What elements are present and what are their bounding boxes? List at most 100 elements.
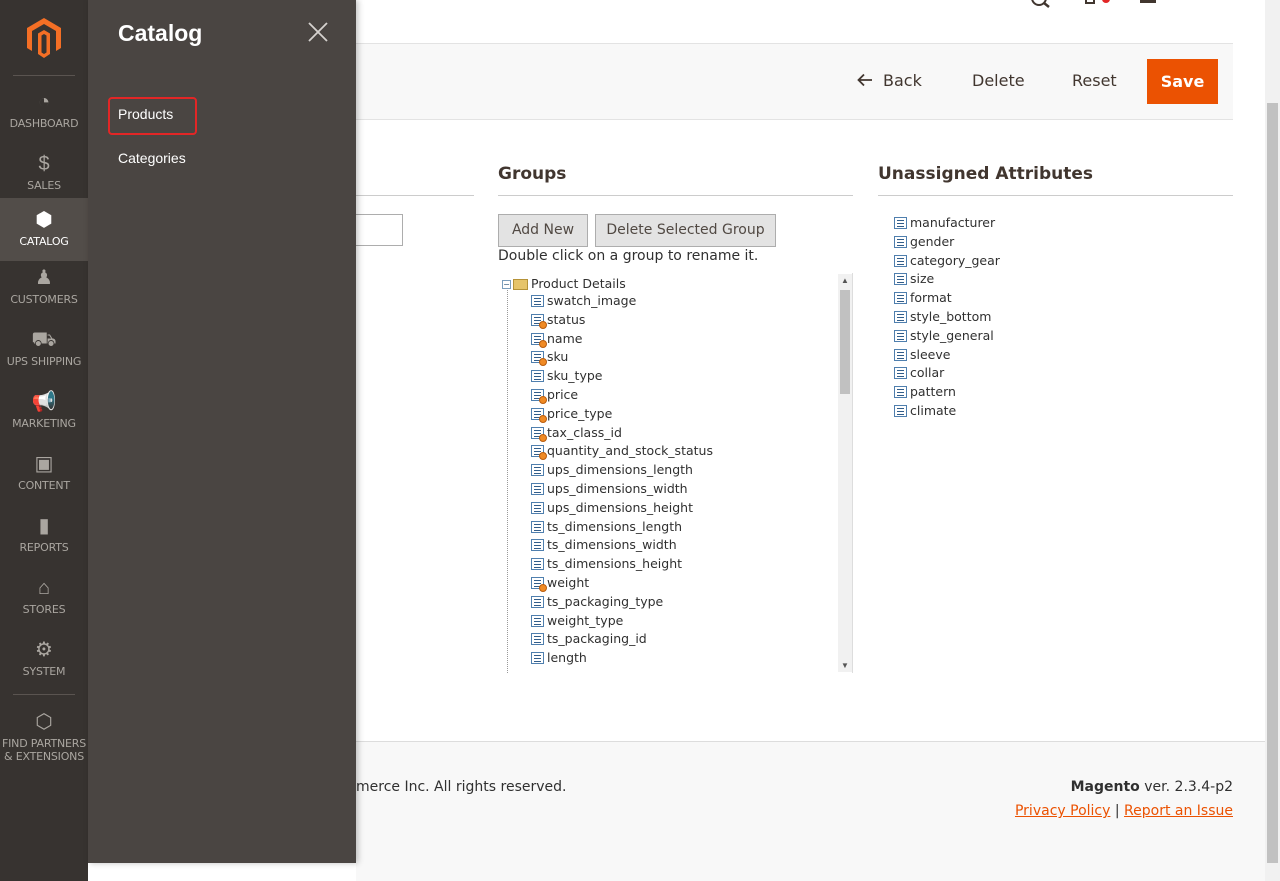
attribute-icon bbox=[531, 464, 544, 477]
sidebar-item-label: FIND PARTNERS & EXTENSIONS bbox=[2, 737, 86, 763]
tree-attribute[interactable]: ups_dimensions_height bbox=[531, 498, 693, 517]
unassigned-attribute-label: format bbox=[910, 290, 952, 306]
unassigned-attribute[interactable]: style_general bbox=[894, 326, 994, 345]
unassigned-attribute[interactable]: gender bbox=[894, 232, 954, 251]
sidebar-item-customers[interactable]: ♟ CUSTOMERS bbox=[0, 262, 88, 324]
link-separator: | bbox=[1110, 803, 1125, 819]
tree-attribute[interactable]: price_type bbox=[531, 404, 612, 423]
blocks-icon: ⬡ bbox=[35, 711, 53, 733]
tree-attribute[interactable]: weight_type bbox=[531, 611, 623, 630]
report-issue-link[interactable]: Report an Issue bbox=[1124, 803, 1233, 819]
sidebar-item-dashboard[interactable]: ◔ DASHBOARD bbox=[0, 86, 88, 148]
attribute-icon bbox=[531, 614, 544, 627]
sidebar-item-label: STORES bbox=[22, 603, 66, 616]
unassigned-attribute[interactable]: sleeve bbox=[894, 345, 950, 364]
attribute-icon bbox=[531, 539, 544, 552]
tree-attribute[interactable]: ups_dimensions_width bbox=[531, 479, 688, 498]
sidebar-item-find-partners-extensions[interactable]: ⬡ FIND PARTNERS & EXTENSIONS bbox=[0, 706, 88, 768]
sidebar-item-ups-shipping[interactable]: ⛟ UPS SHIPPING bbox=[0, 324, 88, 386]
sidebar-item-label: CUSTOMERS bbox=[10, 293, 78, 306]
flyout-link-categories[interactable]: Categories bbox=[118, 150, 186, 166]
unassigned-attribute-label: style_general bbox=[910, 327, 994, 343]
section-divider bbox=[498, 195, 853, 196]
tree-attribute[interactable]: weight bbox=[531, 573, 589, 592]
tree-attribute-label: sku_type bbox=[547, 368, 603, 384]
tree-attribute[interactable]: name bbox=[531, 329, 582, 348]
attribute-set-name-input[interactable] bbox=[356, 214, 403, 246]
sidebar-item-reports[interactable]: ▮ REPORTS bbox=[0, 510, 88, 572]
unassigned-attribute[interactable]: format bbox=[894, 288, 952, 307]
scroll-down-icon[interactable]: ▼ bbox=[841, 661, 849, 670]
tree-attribute[interactable]: ts_dimensions_width bbox=[531, 535, 677, 554]
attribute-icon bbox=[894, 386, 907, 399]
tree-attribute[interactable]: quantity_and_stock_status bbox=[531, 441, 713, 461]
tree-attribute[interactable]: status bbox=[531, 310, 585, 329]
flyout-link-products[interactable]: Products bbox=[118, 106, 173, 122]
unassigned-attribute-label: sleeve bbox=[910, 346, 951, 362]
unassigned-attribute[interactable]: manufacturer bbox=[894, 213, 995, 232]
sidebar-item-system[interactable]: ⚙ SYSTEM bbox=[0, 634, 88, 696]
attribute-icon bbox=[894, 348, 907, 361]
rename-hint: Double click on a group to rename it. bbox=[498, 248, 759, 264]
tree-attribute[interactable]: ts_dimensions_length bbox=[531, 517, 682, 536]
reset-button[interactable]: Reset bbox=[1072, 62, 1117, 100]
collapse-icon[interactable]: − bbox=[502, 280, 511, 289]
scrollbar-thumb[interactable] bbox=[840, 290, 850, 394]
close-icon[interactable] bbox=[306, 20, 330, 44]
tree-attribute-label: name bbox=[547, 330, 583, 346]
page-scrollbar-thumb[interactable] bbox=[1267, 103, 1278, 863]
tree-guide bbox=[507, 285, 508, 673]
unassigned-attribute[interactable]: collar bbox=[894, 363, 944, 382]
unassigned-attribute-label: manufacturer bbox=[910, 215, 996, 230]
delete-selected-group-button[interactable]: Delete Selected Group bbox=[595, 214, 776, 247]
tree-attribute-label: status bbox=[547, 311, 586, 327]
groups-tree[interactable]: − Product Details swatch_image status name s… bbox=[498, 273, 853, 673]
tree-attribute[interactable]: tax_class_id bbox=[531, 423, 622, 442]
back-label: Back bbox=[883, 71, 922, 90]
tree-attribute-label: weight bbox=[547, 575, 590, 590]
tree-attribute[interactable]: ts_dimensions_height bbox=[531, 554, 682, 573]
sidebar-item-marketing[interactable]: 📢 MARKETING bbox=[0, 386, 88, 448]
layout-icon: ▣ bbox=[34, 453, 54, 475]
unassigned-attribute[interactable]: size bbox=[894, 269, 934, 288]
save-button[interactable]: Save bbox=[1147, 59, 1218, 104]
tree-attribute[interactable]: ups_dimensions_length bbox=[531, 460, 693, 479]
tree-attribute[interactable]: ts_packaging_type bbox=[531, 592, 663, 611]
sidebar-item-label: MARKETING bbox=[12, 417, 76, 430]
person-icon: ♟ bbox=[35, 267, 53, 289]
system-attribute-icon bbox=[531, 332, 547, 348]
sidebar-item-catalog[interactable]: ⬢ CATALOG bbox=[0, 198, 88, 261]
tree-attribute-label: ts_packaging_id bbox=[547, 631, 647, 647]
tree-attribute[interactable]: price bbox=[531, 385, 578, 404]
brand-name: Magento bbox=[1070, 779, 1140, 795]
scroll-up-icon[interactable]: ▲ bbox=[841, 276, 849, 285]
tree-attribute[interactable]: sku bbox=[531, 347, 568, 367]
sidebar-item-label: UPS SHIPPING bbox=[6, 355, 82, 368]
tree-attribute[interactable]: swatch_image bbox=[531, 291, 636, 310]
privacy-policy-link[interactable]: Privacy Policy bbox=[1015, 803, 1110, 819]
sidebar-item-label: CATALOG bbox=[19, 235, 69, 248]
unassigned-attribute[interactable]: category_gear bbox=[894, 251, 1000, 270]
sidebar-item-content[interactable]: ▣ CONTENT bbox=[0, 448, 88, 510]
sidebar-item-stores[interactable]: ⌂ STORES bbox=[0, 572, 88, 634]
tree-attribute[interactable]: sku_type bbox=[531, 366, 602, 385]
tree-scrollbar[interactable]: ▲ ▼ bbox=[838, 274, 852, 672]
catalog-flyout: Catalog Products Categories bbox=[88, 0, 356, 863]
back-button[interactable]: Back bbox=[857, 62, 922, 100]
unassigned-attribute-label: category_gear bbox=[910, 252, 1000, 268]
notification-badge bbox=[1102, 0, 1110, 3]
delete-button[interactable]: Delete bbox=[972, 62, 1025, 100]
system-attribute-icon bbox=[531, 389, 547, 404]
unassigned-attribute[interactable]: style_bottom bbox=[894, 307, 991, 326]
unassigned-attribute[interactable]: pattern bbox=[894, 382, 956, 401]
attribute-icon bbox=[531, 595, 544, 608]
add-new-group-button[interactable]: Add New bbox=[498, 214, 588, 247]
storefront-icon: ⌂ bbox=[37, 577, 51, 599]
magento-logo-icon[interactable] bbox=[22, 16, 66, 60]
tree-attribute[interactable]: ts_packaging_id bbox=[531, 629, 647, 648]
unassigned-attribute-label: climate bbox=[910, 403, 957, 418]
page-scrollbar[interactable] bbox=[1265, 0, 1280, 881]
unassigned-attribute[interactable]: climate bbox=[894, 401, 956, 420]
tree-attribute[interactable]: length bbox=[531, 648, 587, 667]
nav-divider bbox=[13, 694, 75, 695]
